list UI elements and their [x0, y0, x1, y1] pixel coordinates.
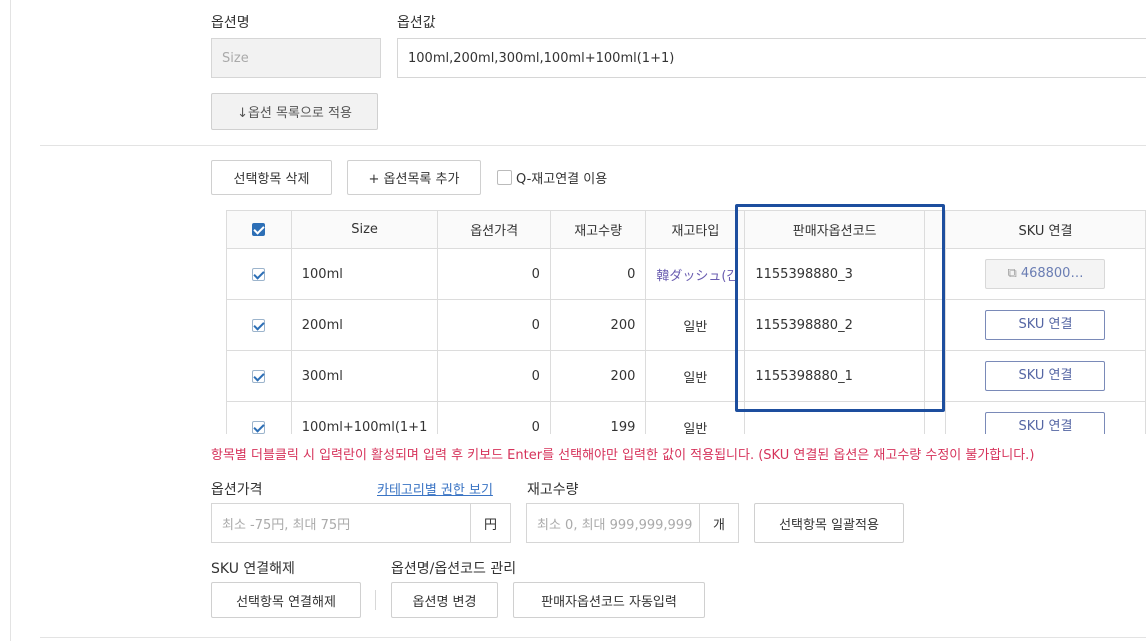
table-header-row: Size 옵션가격 재고수량 재고타입 판매자옵션코드 SKU 연결	[226, 210, 1146, 249]
row-checkbox[interactable]	[252, 267, 266, 281]
option-manage-label: 옵션명/옵션코드 관리	[391, 561, 517, 577]
seller-code-cell[interactable]	[744, 401, 925, 434]
option-table-viewport: Size 옵션가격 재고수량 재고타입 판매자옵션코드 SKU 연결 100ml…	[226, 210, 1146, 434]
auto-seller-code-button[interactable]: 판매자옵션코드 자동입력	[513, 582, 705, 618]
stock-qty-placeholder: 최소 0, 최대 999,999,999	[537, 517, 693, 533]
stock-cell[interactable]: 200	[549, 350, 647, 402]
seller-code-cell[interactable]: 1155398880_3	[744, 248, 925, 300]
button-group-separator	[375, 590, 376, 610]
option-name-label: 옵션명	[211, 15, 250, 31]
table-row[interactable]: 100ml 0 0 韓ダッシュ(간 1155398880_3 ⧉ 468800…	[226, 248, 1146, 300]
sku-linked-button[interactable]: ⧉ 468800…	[985, 259, 1106, 289]
table-row[interactable]: 200ml 0 200 일반 1155398880_2 SKU 연결	[226, 299, 1146, 351]
stock-qty-label: 재고수량	[527, 482, 579, 498]
rename-option-button[interactable]: 옵션명 변경	[391, 582, 498, 618]
stock-cell[interactable]: 199	[549, 401, 647, 434]
section-divider	[40, 145, 1146, 146]
sku-link-button[interactable]: SKU 연결	[985, 361, 1106, 391]
stock-type-link[interactable]: 韓ダッシュ(간	[656, 269, 738, 284]
price-cell[interactable]: 0	[437, 401, 551, 434]
stock-cell[interactable]: 0	[549, 248, 647, 300]
row-select-cell[interactable]	[226, 350, 292, 402]
stock-type-cell[interactable]: 韓ダッシュ(간	[645, 248, 746, 300]
size-cell[interactable]: 100ml	[290, 248, 439, 300]
column-header-spacer	[923, 210, 946, 249]
column-header-seller-code: 판매자옵션코드	[744, 210, 925, 249]
row-checkbox[interactable]	[252, 318, 266, 332]
stock-type-cell[interactable]: 일반	[645, 299, 746, 351]
option-price-placeholder: 최소 -75円, 최대 75円	[222, 517, 351, 533]
sku-cell[interactable]: SKU 연결	[944, 299, 1146, 351]
option-value-label: 옵션값	[397, 15, 436, 31]
size-cell[interactable]: 300ml	[290, 350, 439, 402]
apply-to-list-button[interactable]: ↓옵션 목록으로 적용	[211, 93, 378, 130]
option-name-input[interactable]: Size	[211, 38, 381, 78]
q-stock-checkbox-group[interactable]: Q-재고연결 이용	[497, 168, 607, 187]
seller-code-cell[interactable]: 1155398880_2	[744, 299, 925, 351]
delete-selected-button[interactable]: 선택항목 삭제	[211, 160, 332, 195]
sku-link-button[interactable]: SKU 연결	[985, 310, 1106, 340]
table-row[interactable]: 300ml 0 200 일반 1155398880_1 SKU 연결	[226, 350, 1146, 402]
stock-cell[interactable]: 200	[549, 299, 647, 351]
add-option-row-button[interactable]: + 옵션목록 추가	[347, 160, 481, 195]
option-values-input[interactable]: 100ml,200ml,300ml,100ml+100ml(1+1)	[397, 38, 1146, 78]
bulk-apply-button[interactable]: 선택항목 일괄적용	[754, 503, 904, 543]
sku-cell[interactable]: SKU 연결	[944, 401, 1146, 434]
row-checkbox[interactable]	[252, 420, 266, 434]
spacer-cell	[923, 299, 946, 351]
option-table: Size 옵션가격 재고수량 재고타입 판매자옵션코드 SKU 연결 100ml…	[226, 210, 1146, 434]
size-cell[interactable]: 200ml	[290, 299, 439, 351]
price-cell[interactable]: 0	[437, 299, 551, 351]
sku-cell[interactable]: ⧉ 468800…	[944, 248, 1146, 300]
double-click-warning: 항목별 더블클릭 시 입력란이 활성되며 입력 후 키보드 Enter를 선택해…	[211, 448, 1035, 463]
stock-type-cell[interactable]: 일반	[645, 401, 746, 434]
seller-code-cell[interactable]: 1155398880_1	[744, 350, 925, 402]
column-header-sku: SKU 연결	[944, 210, 1146, 249]
q-stock-checkbox-label: Q-재고연결 이용	[516, 172, 608, 187]
stock-unit-label: 개	[699, 504, 738, 542]
spacer-cell	[923, 248, 946, 300]
option-price-input[interactable]: 최소 -75円, 최대 75円	[211, 503, 511, 543]
size-cell[interactable]: 100ml+100ml(1+1	[290, 401, 439, 434]
column-header-size: Size	[290, 210, 439, 249]
spacer-cell	[923, 401, 946, 434]
row-select-cell[interactable]	[226, 401, 292, 434]
column-header-stock: 재고수량	[549, 210, 647, 249]
price-unit-label: 円	[470, 504, 510, 542]
option-settings-page: 옵션명 옵션값 Size 100ml,200ml,300ml,100ml+100…	[0, 0, 1146, 641]
sku-unlink-label: SKU 연결해제	[211, 561, 295, 577]
sku-link-button[interactable]: SKU 연결	[985, 412, 1106, 434]
price-cell[interactable]: 0	[437, 248, 551, 300]
select-all-checkbox[interactable]	[252, 223, 266, 236]
column-header-price: 옵션가격	[437, 210, 551, 249]
row-select-cell[interactable]	[226, 299, 292, 351]
row-select-cell[interactable]	[226, 248, 292, 300]
row-checkbox[interactable]	[252, 369, 266, 383]
stock-type-cell[interactable]: 일반	[645, 350, 746, 402]
price-cell[interactable]: 0	[437, 350, 551, 402]
q-stock-checkbox[interactable]	[497, 170, 512, 185]
spacer-cell	[923, 350, 946, 402]
external-link-icon: ⧉	[1007, 266, 1017, 281]
table-row[interactable]: 100ml+100ml(1+1 0 199 일반 SKU 연결	[226, 401, 1146, 434]
unlink-selected-button[interactable]: 선택항목 연결해제	[211, 582, 361, 618]
select-all-cell[interactable]	[226, 210, 292, 249]
column-header-stock-type: 재고타입	[645, 210, 746, 249]
left-border	[10, 0, 11, 641]
category-permission-link[interactable]: 카테고리별 권한 보기	[377, 479, 493, 498]
bottom-divider	[40, 637, 1146, 638]
option-price-label: 옵션가격	[211, 482, 263, 498]
sku-cell[interactable]: SKU 연결	[944, 350, 1146, 402]
